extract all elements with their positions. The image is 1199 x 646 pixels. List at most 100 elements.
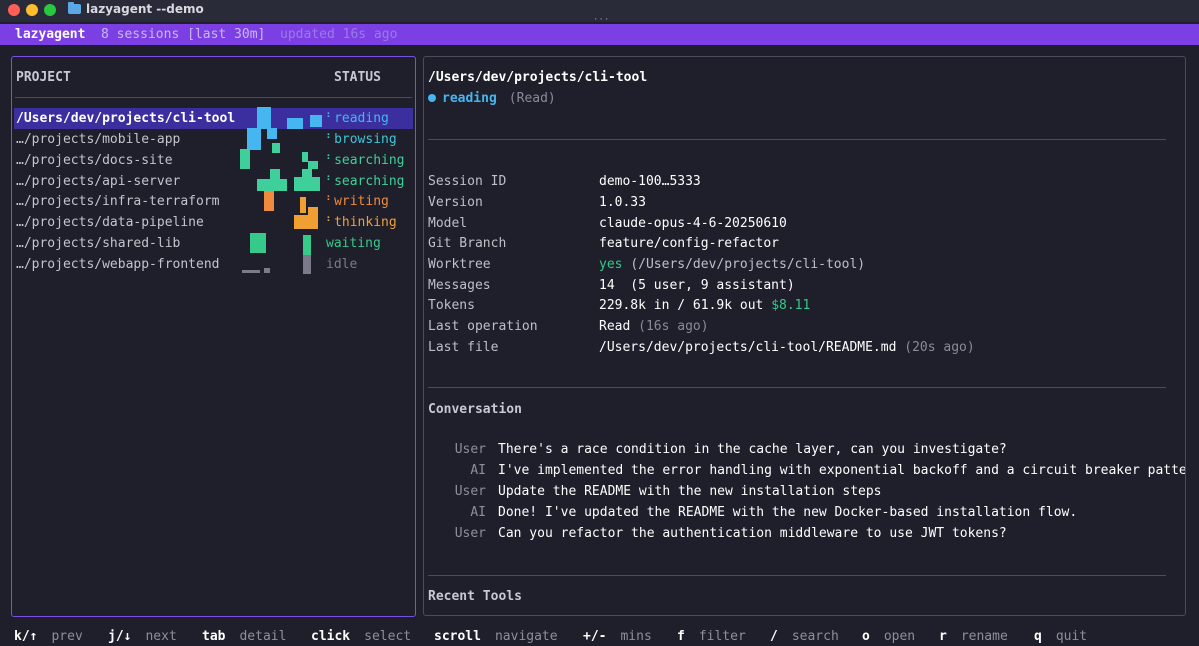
model-label: Model (428, 216, 468, 231)
message-text: Can you refactor the authentication midd… (498, 526, 1007, 541)
tokens-label: Tokens (428, 298, 475, 313)
session-status-label: searching (334, 174, 405, 189)
message-text: Done! I've updated the README with the n… (498, 505, 1078, 520)
session-row[interactable]: …/projects/shared-lib waiting (14, 233, 413, 254)
detail-project-path: /Users/dev/projects/cli-tool (428, 70, 648, 85)
session-row[interactable]: …/projects/docs-site ⠆searching (14, 150, 413, 171)
app-name: lazyagent (15, 27, 86, 42)
session-id-row: Session ID demo-100…5333 (428, 174, 1168, 195)
activity-bar (294, 215, 318, 229)
activity-bar (270, 169, 280, 179)
last-operation-name: Read (599, 319, 631, 334)
activity-bar (302, 169, 312, 179)
worktree-flag: yes (599, 257, 623, 272)
session-project: /Users/dev/projects/cli-tool (16, 111, 236, 126)
session-status: idle (326, 257, 357, 272)
spinner-icon: ⠆ (326, 108, 335, 121)
divider (428, 139, 1166, 140)
last-file-row: Last file /Users/dev/projects/cli-tool/R… (428, 340, 1168, 361)
session-status: ⠆searching (326, 150, 405, 168)
key-hint-key: tab (202, 629, 226, 644)
message-role: User (454, 484, 486, 499)
column-header-status: STATUS (334, 70, 381, 85)
spinner-icon: ⠆ (326, 171, 335, 184)
key-hint: tab detail (202, 629, 286, 644)
updated-time: updated 16s ago (280, 27, 398, 42)
activity-bar (267, 128, 277, 139)
detail-status: reading (Read) (428, 91, 556, 106)
session-row[interactable]: …/projects/mobile-app ⠆browsing (14, 129, 413, 150)
message-role: AI (470, 463, 486, 478)
conversation-message: AI I've implemented the error handling wi… (428, 463, 1186, 478)
last-file-value: /Users/dev/projects/cli-tool/README.md (… (599, 340, 975, 355)
last-file-label: Last file (428, 340, 499, 355)
folder-icon (68, 2, 81, 14)
minimize-window-button[interactable] (26, 4, 38, 16)
conversation-message: User Can you refactor the authentication … (428, 526, 1185, 541)
session-status: waiting (326, 236, 381, 251)
key-hint-key: r (939, 629, 947, 644)
close-window-button[interactable] (8, 4, 20, 16)
session-status: ⠆browsing (326, 129, 397, 147)
spinner-icon: ⠆ (326, 191, 335, 204)
maximize-window-button[interactable] (44, 4, 56, 16)
activity-bar (272, 143, 280, 153)
session-status-label: thinking (334, 215, 397, 230)
spinner-icon: ⠆ (326, 129, 335, 142)
key-hint-action: prev (51, 629, 83, 644)
divider (15, 97, 412, 98)
session-project: …/projects/docs-site (16, 153, 173, 168)
key-hint-action: detail (239, 629, 287, 644)
conversation-title: Conversation (428, 402, 522, 417)
last-file-path: /Users/dev/projects/cli-tool/README.md (599, 340, 897, 355)
key-hint-action: navigate (494, 629, 558, 644)
key-hint: +/- mins (583, 629, 652, 644)
activity-bar (247, 128, 261, 150)
session-row[interactable]: …/projects/infra-terraform ⠆writing (14, 191, 413, 212)
key-hint: j/↓ next (108, 629, 177, 644)
activity-bar (264, 268, 270, 273)
message-text: Update the README with the new installat… (498, 484, 882, 499)
key-hint-key: o (862, 629, 870, 644)
session-list-panel: PROJECT STATUS /Users/dev/projects/cli-t… (11, 56, 416, 617)
session-row[interactable]: …/projects/webapp-frontend idle (14, 254, 413, 275)
key-hint-key: q (1034, 629, 1042, 644)
worktree-path: (/Users/dev/projects/cli-tool) (630, 257, 866, 272)
drag-handle-icon[interactable]: ··· (593, 16, 609, 25)
activity-bar (250, 233, 266, 253)
git-branch-value: feature/config-refactor (599, 236, 780, 251)
conversation-message: User Update the README with the new insta… (428, 484, 1185, 499)
worktree-label: Worktree (428, 257, 491, 272)
session-project: …/projects/api-server (16, 174, 181, 189)
column-header-project: PROJECT (16, 70, 71, 85)
activity-bar (303, 255, 311, 274)
session-status: ⠆searching (326, 171, 405, 189)
session-row[interactable]: …/projects/data-pipeline ⠆thinking (14, 212, 413, 233)
key-hint-action: next (145, 629, 177, 644)
spinner-icon: ⠆ (326, 150, 335, 163)
last-operation-row: Last operation Read (16s ago) (428, 319, 1168, 340)
key-hint-action: quit (1055, 629, 1088, 644)
last-operation-label: Last operation (428, 319, 538, 334)
last-file-time: (20s ago) (904, 340, 975, 355)
message-text: I've implemented the error handling with… (498, 463, 1186, 478)
session-row[interactable]: …/projects/api-server ⠆searching (14, 171, 413, 192)
activity-bar (257, 179, 287, 191)
messages-label: Messages (428, 278, 491, 293)
git-branch-row: Git Branch feature/config-refactor (428, 236, 1168, 257)
message-role: User (454, 442, 486, 457)
version-value: 1.0.33 (599, 195, 646, 210)
session-project: …/projects/data-pipeline (16, 215, 204, 230)
key-hint: click select (311, 629, 411, 644)
key-hint-action: mins (620, 629, 652, 644)
spinner-icon: ⠆ (326, 212, 335, 225)
session-status-label: writing (334, 194, 389, 209)
app-header: lazyagent 8 sessions [last 30m] updated … (0, 24, 1199, 45)
activity-bar (257, 107, 271, 129)
activity-bar (300, 197, 306, 213)
key-hint-key: / (770, 629, 778, 644)
version-label: Version (428, 195, 483, 210)
session-status-label: idle (326, 257, 358, 272)
session-row[interactable]: /Users/dev/projects/cli-tool ⠆reading (14, 108, 413, 129)
activity-bar (294, 177, 320, 191)
